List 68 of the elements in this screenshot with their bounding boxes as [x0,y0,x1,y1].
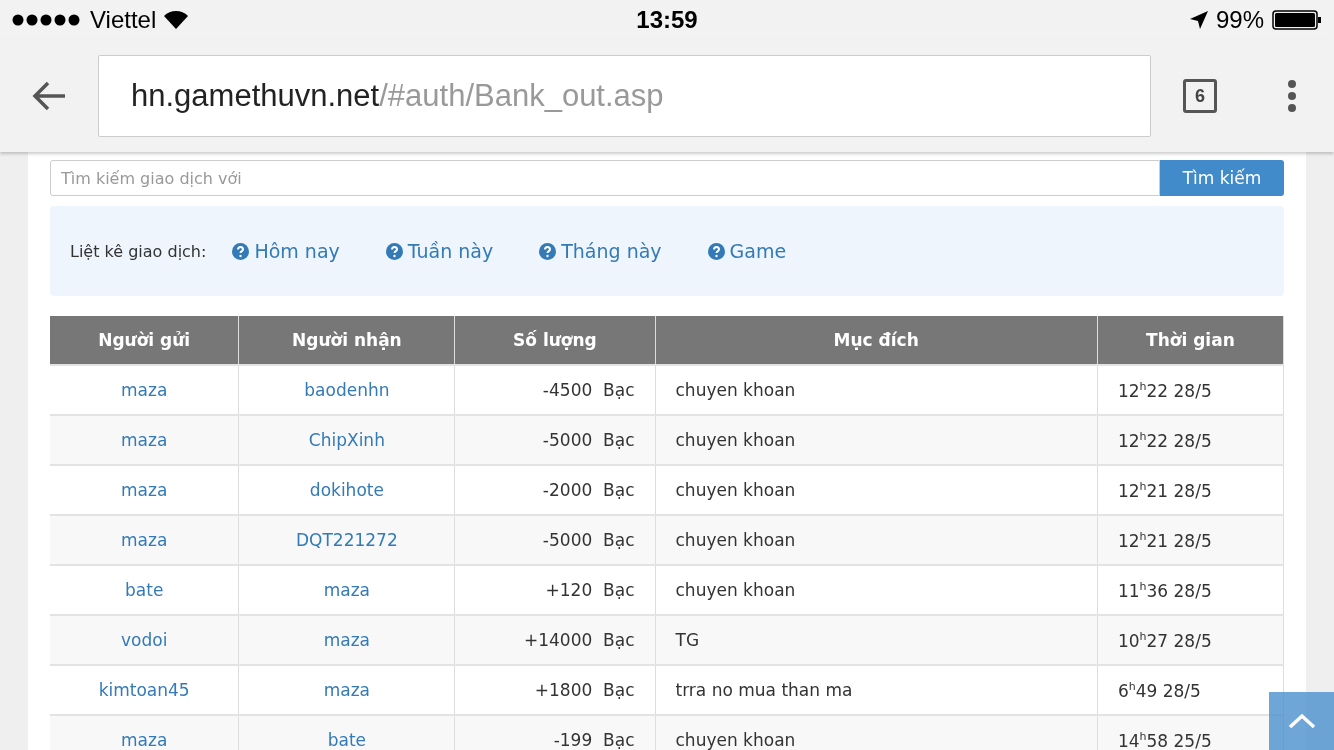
sender-link[interactable]: maza [121,730,168,750]
purpose-cell: TG [655,615,1098,665]
filter-link[interactable]: Game [707,240,787,262]
time-cell: 11$^{h}$36 28/5 [1097,565,1284,615]
battery-icon [1272,10,1322,30]
receiver-link[interactable]: maza [323,680,371,700]
amount-cell: -199 Bạc [454,715,655,750]
column-header: Thời gian [1097,316,1284,365]
purpose-cell: chuyen khoan [655,565,1098,615]
amount-cell: -4500 Bạc [454,365,655,415]
amount-cell: -5000 Bạc [454,515,655,565]
amount-cell: +120 Bạc [454,565,655,615]
amount-cell: +1800 Bạc [454,665,655,715]
purpose-cell: chuyen khoan [655,465,1098,515]
receiver-link[interactable]: bate [327,730,367,750]
tab-count-button[interactable]: 6 [1183,79,1217,113]
time-cell: 10$^{h}$27 28/5 [1097,615,1284,665]
column-header: Mục đích [655,316,1098,365]
question-icon [232,242,250,260]
question-icon [539,242,557,260]
column-header: Số lượng [454,316,655,365]
receiver-link[interactable]: maza [323,580,371,600]
receiver-link[interactable]: baodenhn [304,380,390,400]
sender-link[interactable]: bate [125,580,164,600]
more-menu-icon[interactable] [1287,79,1297,113]
carrier-name: Viettel [90,6,157,34]
sender-link[interactable]: maza [121,380,168,400]
purpose-cell: trra no mua than ma [655,665,1098,715]
time-cell: 12$^{h}$21 28/5 [1097,465,1284,515]
receiver-link[interactable]: DQT221272 [296,530,398,550]
back-arrow-icon[interactable] [32,81,66,111]
scroll-top-button[interactable] [1269,692,1334,750]
time-cell: 12$^{h}$21 28/5 [1097,515,1284,565]
amount-cell: +14000 Bạc [454,615,655,665]
question-icon [385,242,403,260]
filter-link[interactable]: Tuần này [385,240,494,262]
sender-link[interactable]: kimtoan45 [98,680,190,700]
time-cell: 6$^{h}$49 28/5 [1097,665,1284,715]
sender-link[interactable]: maza [121,530,168,550]
sender-link[interactable]: maza [121,430,168,450]
receiver-link[interactable]: ChipXinh [308,430,385,450]
purpose-cell: chuyen khoan [655,365,1098,415]
sender-link[interactable]: vodoi [121,630,168,650]
chevron-up-icon [1287,713,1316,729]
battery-percent: 99% [1215,6,1264,34]
wifi-icon [164,11,189,29]
purpose-cell: chuyen khoan [655,715,1098,750]
signal-icon [12,14,82,26]
search-field[interactable]: Tìm kiếm giao dịch với [50,160,1160,196]
column-header: Người gửi [50,316,239,365]
amount-cell: -2000 Bạc [454,465,655,515]
purpose-cell: chuyen khoan [655,515,1098,565]
filter-link[interactable]: Hôm nay [232,240,340,262]
filter-label: Liệt kê giao dịch: [70,241,207,261]
receiver-link[interactable]: maza [323,630,371,650]
search-button[interactable]: Tìm kiếm [1160,160,1284,196]
clock-time: 13:59 [636,6,698,34]
purpose-cell: chuyen khoan [655,415,1098,465]
time-cell: 12$^{h}$22 28/5 [1097,365,1284,415]
sender-link[interactable]: maza [121,480,168,500]
time-cell: 12$^{h}$22 28/5 [1097,415,1284,465]
filter-link[interactable]: Tháng này [539,240,662,262]
address-bar[interactable]: hn.gamethuvn.net/#auth/Bank_out.asp [98,55,1151,137]
amount-cell: -5000 Bạc [454,415,655,465]
location-arrow-icon [1189,11,1208,29]
column-header: Người nhận [238,316,455,365]
receiver-link[interactable]: dokihote [309,480,384,500]
question-icon [707,242,725,260]
